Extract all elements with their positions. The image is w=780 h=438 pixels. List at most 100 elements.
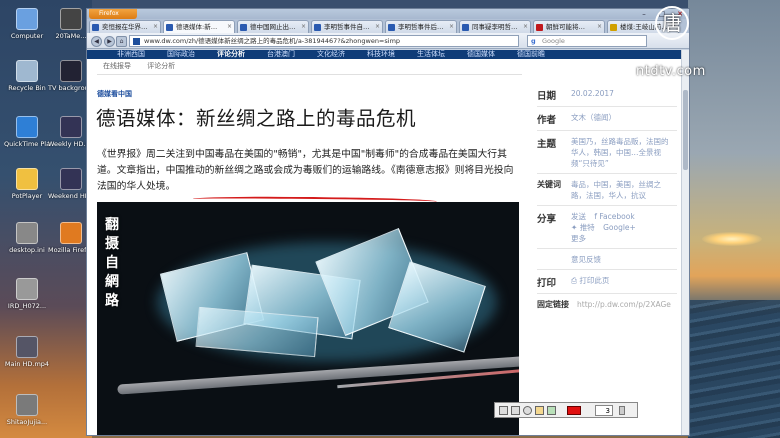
forward-arrow-icon[interactable]: ▶ [104, 36, 115, 47]
divider [537, 173, 677, 174]
author-label: 作者 [537, 115, 557, 126]
search-box[interactable]: g Google [527, 35, 647, 47]
divider [537, 269, 677, 270]
tab-label: 奕恒报在华界… [102, 23, 148, 31]
desktop-icon[interactable]: Computer [4, 8, 50, 40]
close-tab-icon[interactable]: × [597, 21, 602, 33]
shape-icon[interactable] [523, 406, 532, 415]
favicon-icon [462, 24, 469, 31]
highlighter-icon[interactable] [547, 406, 556, 415]
close-tab-icon[interactable]: × [523, 21, 528, 33]
site-nav-item[interactable]: 国际政治 [167, 50, 195, 59]
file-icon [16, 8, 38, 30]
address-bar[interactable]: www.dw.com/zh/德语媒体新丝绸之路上的毒品危机/a-38194467… [129, 35, 519, 47]
date-label: 日期 [537, 91, 557, 102]
desktop-icon-label: Computer [10, 32, 44, 40]
favicon-icon [314, 24, 321, 31]
url-text: www.dw.com/zh/德语媒体新丝绸之路上的毒品危机/a-38194467… [144, 37, 401, 45]
desktop-icon-label: PotPlayer [11, 192, 43, 200]
desktop-icon[interactable]: desktop.ini [4, 222, 50, 254]
home-icon[interactable]: ⌂ [116, 36, 127, 47]
file-icon [16, 336, 38, 358]
close-tab-icon[interactable]: × [449, 21, 454, 33]
new-icon[interactable] [499, 406, 508, 415]
size-input[interactable]: 3 [595, 405, 613, 416]
site-favicon-icon [133, 38, 140, 45]
file-icon [16, 168, 38, 190]
file-icon [16, 222, 38, 244]
file-icon [60, 222, 82, 244]
site-nav-item[interactable]: 文化经济 [317, 50, 345, 59]
save-icon[interactable] [511, 406, 520, 415]
ntd-watermark-text: ntdtv.com [636, 64, 706, 79]
close-tab-icon[interactable]: × [375, 21, 380, 33]
share-more-link[interactable]: 更多 [571, 234, 586, 243]
print-label: 打印 [537, 278, 557, 289]
article-photo: 翻摄自網路 [97, 202, 519, 435]
desktop-icon[interactable]: Main HD.mp4 [4, 336, 50, 368]
twitter-icon[interactable]: ✦ [571, 223, 577, 232]
desktop-icon[interactable]: IRD_H072... [4, 278, 50, 310]
minimize-button[interactable]: – [635, 9, 653, 19]
browser-window: Firefox – □ ✕ 奕恒报在华界… × 德语媒体:新… × 德中国网止出… ×… [86, 8, 690, 436]
vertical-scrollbar[interactable] [681, 50, 689, 435]
size-slider-handle[interactable] [619, 406, 625, 415]
site-nav-item[interactable]: 台港澳门 [267, 50, 295, 59]
share-twitter-link[interactable]: 推特 [580, 223, 595, 232]
share-facebook-link[interactable]: Facebook [599, 212, 634, 221]
subnav-item[interactable]: 在线报导 [103, 62, 131, 70]
tab-label: 李明哲事件自… [324, 23, 370, 31]
desktop-icon[interactable]: PotPlayer [4, 168, 50, 200]
print-link[interactable]: 打印此页 [579, 276, 609, 285]
breadcrumb[interactable]: 德媒看中国 [97, 89, 132, 99]
site-nav-item[interactable]: 德国媒体 [467, 50, 495, 59]
feedback-link[interactable]: 意见反馈 [571, 254, 671, 265]
site-nav-item[interactable]: 科技环境 [367, 50, 395, 59]
browser-tab[interactable]: 德中国网止出… × [237, 20, 309, 33]
ocean-waves [688, 300, 780, 438]
desktop-icon[interactable]: Recycle Bin [4, 60, 50, 92]
back-arrow-icon[interactable]: ◀ [91, 36, 102, 47]
color-swatch[interactable] [567, 406, 581, 415]
file-icon [16, 116, 38, 138]
share-send-link[interactable]: 发送 [571, 212, 586, 221]
desktop-icon[interactable]: QuickTime Player [4, 116, 50, 148]
file-icon [60, 116, 82, 138]
tab-label: 同事疑李明哲… [472, 23, 518, 31]
keywords-links[interactable]: 毒品，中国，美国，丝绸之路，法国，华人，抗议 [571, 179, 671, 201]
close-tab-icon[interactable]: × [153, 21, 158, 33]
annotation-toolbar: 3 [494, 402, 638, 418]
permalink-value[interactable]: http://p.dw.com/p/2XAGe [577, 299, 671, 310]
browser-tab[interactable]: 李明哲事件自… × [311, 20, 383, 33]
date-value: 20.02.2017 [571, 89, 614, 98]
tab-label: 朝鲜可能将… [546, 23, 585, 31]
favicon-icon [388, 24, 395, 31]
site-nav-item-active[interactable]: 评论分析 [217, 50, 245, 59]
browser-tab[interactable]: 李明哲事件后… × [385, 20, 457, 33]
browser-tab[interactable]: 朝鲜可能将… × [533, 20, 605, 33]
facebook-icon[interactable]: f [594, 212, 597, 221]
divider [537, 293, 677, 294]
desktop-icon-label: Recycle Bin [8, 84, 46, 92]
scrollbar-thumb[interactable] [683, 90, 688, 170]
desktop-icon-label: IRD_H072... [7, 302, 47, 310]
site-nav-item[interactable]: 非洲西国 [117, 50, 145, 59]
browser-tab[interactable]: 奕恒报在华界… × [89, 20, 161, 33]
close-tab-icon[interactable]: × [227, 21, 232, 33]
file-icon [16, 278, 38, 300]
browser-tab-active[interactable]: 德语媒体:新… × [163, 20, 235, 33]
divider [97, 74, 522, 75]
share-google-link[interactable]: Google+ [603, 223, 636, 232]
browser-tab[interactable]: 同事疑李明哲… × [459, 20, 531, 33]
site-navigation: 非洲西国 国际政治 评论分析 台港澳门 文化经济 科技环境 生活体坛 德国媒体 … [87, 50, 681, 59]
firefox-menu-button[interactable]: Firefox [89, 9, 137, 19]
site-nav-item[interactable]: 生活体坛 [417, 50, 445, 59]
close-tab-icon[interactable]: × [301, 21, 306, 33]
pen-icon[interactable] [535, 406, 544, 415]
subnav-item[interactable]: 评论分析 [147, 62, 175, 70]
navigation-toolbar: ◀ ▶ ⌂ www.dw.com/zh/德语媒体新丝绸之路上的毒品危机/a-38… [87, 33, 689, 49]
topic-links[interactable]: 美国乃，丝路毒品贩，法国的华人，韩国，中国…全景视频“只待见” [571, 136, 671, 169]
file-icon [16, 394, 38, 416]
site-nav-item[interactable]: 德国前瞻 [517, 50, 545, 59]
desktop-icon[interactable]: ShitaoJujia... [4, 394, 50, 426]
